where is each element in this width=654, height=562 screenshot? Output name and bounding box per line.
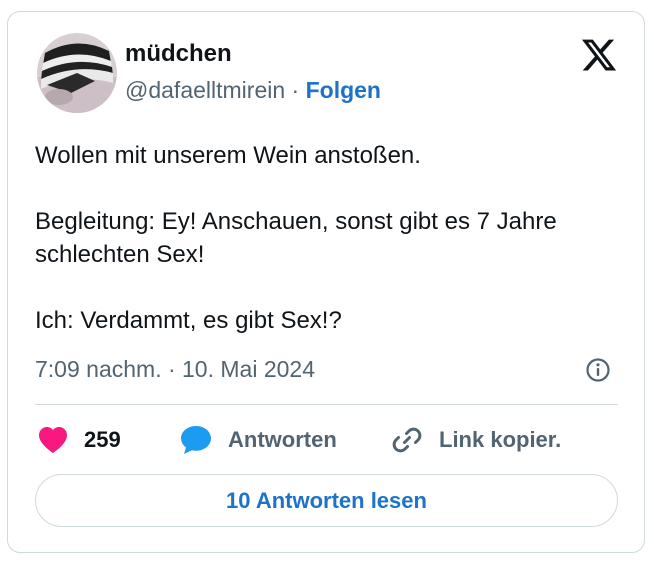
reply-label: Antworten [228, 427, 337, 452]
separator-dot: · [291, 77, 300, 103]
follow-button[interactable]: Folgen [306, 77, 381, 103]
like-button[interactable]: 259 [38, 423, 121, 457]
tweet-line: Begleitung: Ey! Anschauen, sonst gibt es… [35, 208, 557, 268]
author-name[interactable]: müdchen [125, 40, 232, 68]
tweet-line: Ich: Verdammt, es gibt Sex!? [35, 307, 342, 334]
speech-bubble-icon [181, 426, 211, 454]
info-icon[interactable] [585, 357, 611, 383]
author-handle[interactable]: @dafaelltmirein [125, 77, 285, 103]
copy-link-button[interactable]: Link kopier. [391, 423, 561, 457]
handle-row: @dafaelltmirein · Folgen [125, 77, 381, 104]
tweet-timestamp[interactable]: 7:09 nachm. · 10. Mai 2024 [35, 356, 315, 383]
tweet-text: Wollen mit unserem Wein anstoßen. Beglei… [35, 139, 625, 337]
heart-icon [39, 427, 67, 453]
read-replies-button[interactable]: 10 Antworten lesen [35, 474, 618, 527]
reply-button[interactable]: Antworten [180, 423, 337, 457]
divider [35, 404, 618, 405]
like-count: 259 [84, 427, 121, 452]
copy-link-label: Link kopier. [439, 427, 562, 452]
tweet-line: Wollen mit unserem Wein anstoßen. [35, 142, 421, 169]
avatar[interactable] [37, 33, 117, 113]
x-logo-icon[interactable] [580, 36, 618, 74]
link-icon [392, 427, 422, 453]
tweet-card: müdchen @dafaelltmirein · Folgen Wollen … [7, 11, 645, 553]
